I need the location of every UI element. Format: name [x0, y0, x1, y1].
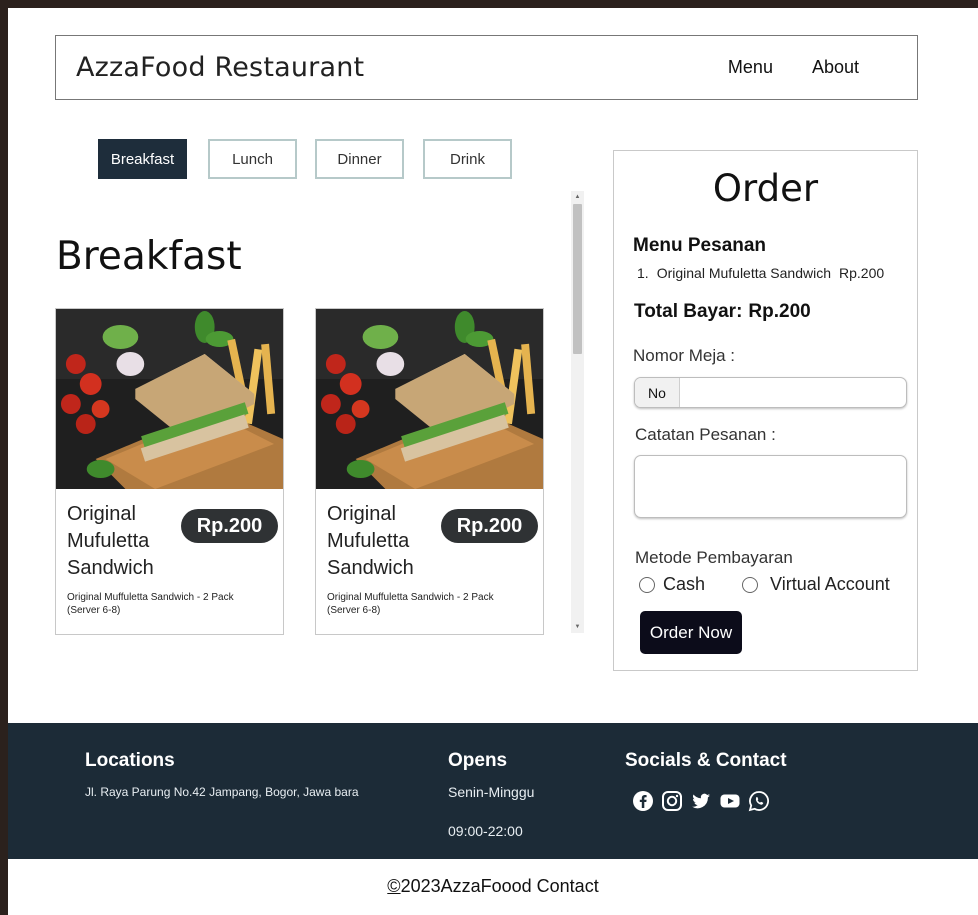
order-item-index: 1. — [637, 265, 649, 281]
sandwich-image — [316, 309, 543, 489]
order-item: 1. Original Mufuletta Sandwich Rp.200 — [637, 265, 884, 281]
open-days: Senin-Minggu — [448, 784, 535, 800]
total-value: Rp.200 — [748, 301, 811, 322]
order-item-price: Rp.200 — [839, 265, 885, 281]
price-badge: Rp.200 — [181, 509, 278, 543]
product-description: Original Muffuletta Sandwich - 2 Pack (S… — [67, 592, 234, 616]
product-name: Original Mufuletta Sandwich — [67, 503, 154, 579]
product-name: Original Mufuletta Sandwich — [327, 503, 414, 579]
scroll-down-icon[interactable]: ▼ — [571, 621, 584, 633]
cash-radio[interactable] — [639, 576, 655, 593]
copyright-text: ©2023AzzaFoood Contact — [8, 876, 978, 897]
table-number-input[interactable]: No — [634, 377, 907, 408]
instagram-icon[interactable] — [659, 788, 684, 813]
tab-breakfast[interactable]: Breakfast — [98, 139, 187, 179]
tab-dinner[interactable]: Dinner — [315, 139, 404, 179]
socials-heading: Socials & Contact — [625, 750, 787, 771]
order-now-button[interactable]: Order Now — [640, 611, 742, 654]
payment-method-label: Metode Pembayaran — [635, 548, 793, 567]
order-panel: Order Menu Pesanan 1. Original Mufuletta… — [613, 150, 918, 671]
product-card[interactable]: Original Mufuletta Sandwich Rp.200 Origi… — [55, 308, 284, 635]
scroll-thumb[interactable] — [573, 204, 582, 354]
tab-drink[interactable]: Drink — [423, 139, 512, 179]
payment-options: Cash Virtual Account — [639, 574, 890, 595]
whatsapp-icon[interactable] — [746, 788, 771, 813]
product-card[interactable]: Original Mufuletta Sandwich Rp.200 Origi… — [315, 308, 544, 635]
virtual-account-radio[interactable] — [742, 576, 759, 593]
navbar: AzzaFood Restaurant Menu About — [55, 35, 918, 100]
copyright-label: 2023AzzaFoood Contact — [400, 876, 599, 896]
youtube-icon[interactable] — [717, 788, 742, 813]
page: AzzaFood Restaurant Menu About Breakfast… — [8, 8, 978, 915]
cash-label[interactable]: Cash — [663, 574, 705, 595]
order-title: Order — [712, 167, 819, 210]
nav-menu-link[interactable]: Menu — [728, 57, 773, 78]
nav-about-link[interactable]: About — [812, 57, 859, 78]
social-icons — [630, 788, 771, 813]
sandwich-image — [56, 309, 283, 489]
total-label: Total Bayar: — [634, 301, 743, 322]
opens-heading: Opens — [448, 750, 508, 771]
price-badge: Rp.200 — [441, 509, 538, 543]
total-bayar: Total Bayar: Rp.200 — [634, 301, 811, 323]
product-description: Original Muffuletta Sandwich - 2 Pack (S… — [327, 592, 494, 616]
order-item-name: Original Mufuletta Sandwich — [656, 265, 831, 281]
locations-heading: Locations — [85, 750, 175, 771]
menu-scrollbar[interactable]: ▲ ▼ — [571, 191, 584, 633]
scroll-up-icon[interactable]: ▲ — [571, 191, 584, 203]
table-number-prefix: No — [635, 378, 680, 407]
notes-textarea[interactable] — [634, 455, 907, 518]
table-number-label: Nomor Meja : — [633, 346, 736, 365]
twitter-icon[interactable] — [688, 788, 713, 813]
copyright-symbol[interactable]: © — [387, 876, 400, 896]
notes-label: Catatan Pesanan : — [635, 425, 776, 444]
address-text: Jl. Raya Parung No.42 Jampang, Bogor, Ja… — [85, 785, 359, 799]
section-title: Breakfast — [56, 234, 242, 279]
facebook-icon[interactable] — [630, 788, 655, 813]
menu-pesanan-heading: Menu Pesanan — [633, 235, 767, 256]
open-hours: 09:00-22:00 — [448, 823, 523, 839]
virtual-account-label[interactable]: Virtual Account — [770, 574, 890, 595]
brand-title[interactable]: AzzaFood Restaurant — [76, 52, 364, 83]
footer: Locations Jl. Raya Parung No.42 Jampang,… — [8, 723, 978, 859]
nav-links: Menu About — [728, 36, 859, 99]
tab-lunch[interactable]: Lunch — [208, 139, 297, 179]
